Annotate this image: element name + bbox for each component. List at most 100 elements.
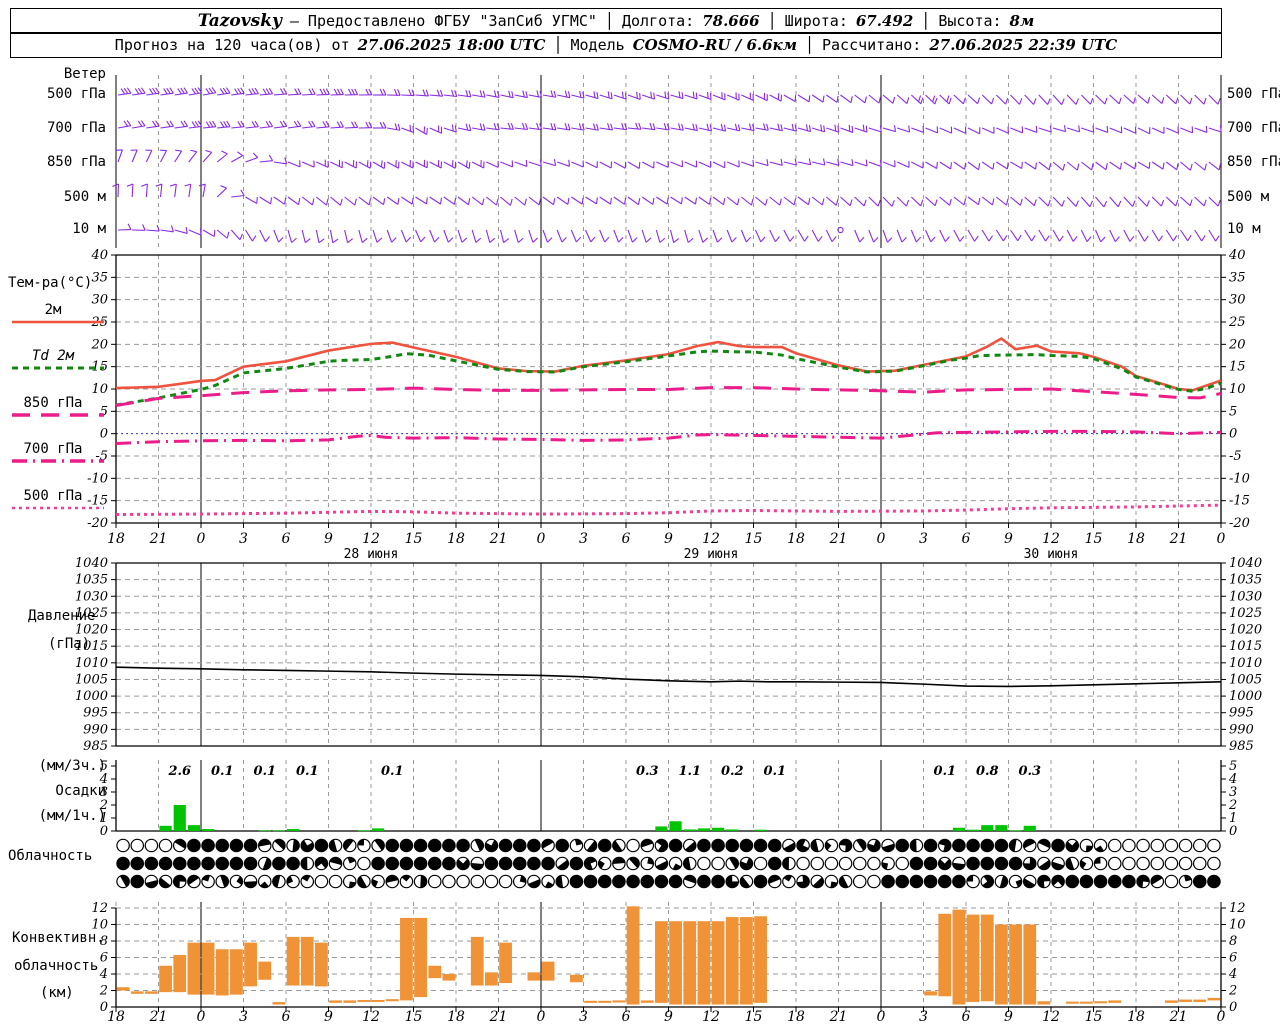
time-tick-label-bottom: 0 [197,1009,206,1024]
time-tick-label: 18 [1127,531,1145,547]
wind-barbs-row-4 [117,223,1220,244]
time-tick-label-bottom: 3 [919,1009,928,1024]
precip-bars [159,805,1036,832]
temp-ytick-right: 20 [1228,337,1246,352]
pressure-ytick-left: 1030 [75,589,108,604]
temp-ytick-right: 25 [1228,315,1246,330]
temp-ytick-right: 0 [1229,427,1237,442]
temp-ytick-right: 10 [1229,382,1246,397]
time-tick-label: 6 [622,531,631,547]
axis-labels: 40 4035 3530 3025 2520 2015 1510 105 50 0-5 -5-10-… [75,248,1262,1015]
conv-ytick-left: 6 [100,951,108,966]
time-tick-label: 21 [149,531,168,547]
temp-ytick-left: 10 [91,382,108,397]
conv-ytick-right: 4 [1228,967,1237,982]
pressure-ytick-right: 1040 [1229,556,1262,571]
pressure-ytick-right: 1010 [1229,656,1262,671]
conv-ytick-right: 2 [1228,984,1237,999]
time-tick-label-bottom: 21 [829,1009,848,1024]
time-tick-label-bottom: 15 [405,1009,423,1024]
conv-ytick-left: 2 [99,984,108,999]
time-tick-label-bottom: 18 [107,1009,125,1024]
time-tick-label-bottom: 12 [362,1009,380,1024]
pressure-ytick-left: 995 [83,706,108,721]
precip-3h-value: 0.1 [296,764,319,779]
precip-3h-value: 0.1 [933,764,956,779]
time-tick-label: 15 [405,531,423,547]
pressure-ytick-left: 1005 [75,672,108,687]
temp-ytick-left: 0 [100,427,108,442]
temp-ytick-right: 30 [1229,293,1246,308]
precip-3h-value: 0.1 [211,764,234,779]
time-tick-label: 9 [1004,531,1013,547]
pressure-ytick-right: 1005 [1229,672,1262,687]
precip-3h-value: 0.1 [763,764,786,779]
pressure-ytick-right: 985 [1229,739,1254,754]
time-tick-label-bottom: 12 [1042,1009,1060,1024]
conv-ytick-right: 8 [1229,934,1237,949]
time-tick-label-bottom: 12 [702,1009,720,1024]
pressure-ytick-left: 1010 [75,656,108,671]
pressure-ytick-right: 995 [1229,706,1254,721]
time-tick-label: 9 [664,531,673,547]
conv-ytick-right: 0 [1229,1000,1237,1015]
pressure-ytick-left: 1000 [75,689,108,704]
precip-3h-value: 0.3 [1018,764,1041,779]
time-tick-label: 6 [282,531,291,547]
time-tick-label-bottom: 0 [877,1009,886,1024]
time-tick-label: 12 [362,531,380,547]
pressure-ytick-right: 1015 [1229,639,1262,654]
time-tick-label: 3 [919,531,928,547]
temp-ytick-left: 30 [91,293,108,308]
precip-3h-value: 0.8 [976,764,999,779]
time-tick-label: 21 [1169,531,1188,547]
pressure-ytick-right: 1035 [1229,573,1262,588]
time-tick-label-bottom: 6 [622,1009,631,1024]
wind-barbs-row-2 [115,149,1222,171]
time-tick-label: 12 [1042,531,1060,547]
time-tick-label: 12 [702,531,720,547]
meteogram-page: Tazovsky — Предоставлено ФГБУ "ЗапСиб УГ… [0,0,1280,1024]
pressure-ytick-left: 1015 [75,639,108,654]
pressure-ytick-right: 1025 [1229,606,1262,621]
precip-ytick-left: 0 [100,824,108,839]
time-tick-label: 21 [829,531,848,547]
time-tick-label-bottom: 15 [1085,1009,1103,1024]
wind-barbs-row-3 [112,183,1221,208]
conv-ytick-left: 10 [91,918,108,933]
conv-ytick-left: 12 [91,901,108,916]
time-tick-label: 6 [962,531,971,547]
time-tick-label: 18 [787,531,805,547]
time-tick-label-bottom: 18 [787,1009,805,1024]
time-tick-label: 0 [1217,531,1226,547]
temp-ytick-right: -20 [1229,516,1250,531]
pressure-ytick-right: 1000 [1229,689,1262,704]
time-tick-label-bottom: 9 [664,1009,673,1024]
time-tick-label-bottom: 21 [149,1009,168,1024]
precip-3h-value: 0.1 [253,764,276,779]
temp-ytick-left: 40 [90,248,108,263]
precip-3h-value: 0.3 [636,764,659,779]
temp-ytick-left: 20 [90,337,108,352]
time-tick-label: 3 [239,531,248,547]
time-tick-label: 9 [324,531,333,547]
precip-3h-labels: 2.6 0.1 0.1 0.1 0.1 0.3 1.1 0.2 0.1 0.1 0.8 0.3 [167,764,1041,779]
time-tick-label-bottom: 18 [447,1009,465,1024]
time-tick-label: 15 [745,531,763,547]
pressure-ytick-left: 1035 [75,573,108,588]
temp-ytick-left: -10 [87,471,108,486]
time-tick-label-bottom: 18 [1127,1009,1145,1024]
pressure-ytick-left: 1025 [75,606,108,621]
time-tick-label: 18 [107,531,125,547]
precip-3h-value: 1.1 [678,764,701,779]
temp-ytick-left: 5 [100,404,108,419]
time-tick-label-bottom: 9 [324,1009,333,1024]
pressure-ytick-right: 1020 [1229,623,1262,638]
temp-ytick-left: -20 [87,516,108,531]
pressure-ytick-right: 1030 [1229,589,1262,604]
wind-barbs-row-0 [117,87,1221,106]
conv-ytick-right: 10 [1229,918,1246,933]
time-tick-label: 18 [447,531,465,547]
conv-ytick-right: 12 [1229,901,1246,916]
pressure-ytick-left: 990 [83,722,108,737]
